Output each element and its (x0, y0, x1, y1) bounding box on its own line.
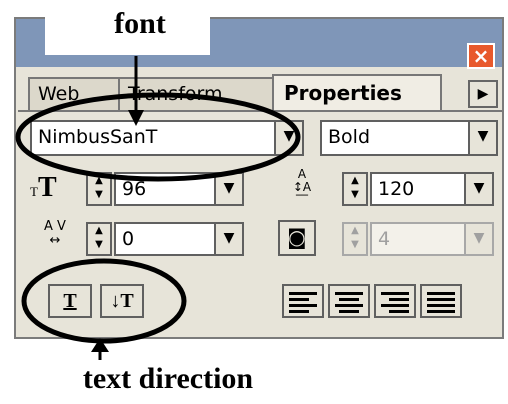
leading-dropdown-button[interactable]: ▼ (464, 172, 494, 206)
right-arrow-icon[interactable]: ▶ (468, 80, 498, 108)
vertical-text-button[interactable]: ↓T (100, 284, 144, 318)
font-size-stepper[interactable]: ▲ ▼ (86, 172, 112, 206)
font-size-icon: TT (30, 172, 57, 203)
kerning-dropdown-button[interactable]: ▼ (214, 222, 244, 256)
horizontal-text-button[interactable]: T (48, 284, 92, 318)
font-size-dropdown-button[interactable]: ▼ (214, 172, 244, 206)
align-right-icon[interactable] (374, 284, 416, 318)
tab-divider (18, 110, 502, 112)
scale-stepper[interactable]: ▲ ▼ (342, 222, 368, 256)
tab-transform[interactable]: Transform (118, 77, 276, 111)
font-name-field[interactable]: NimbusSanT (30, 120, 280, 156)
align-justify-icon[interactable] (420, 284, 462, 318)
font-size-field[interactable]: 96 (114, 172, 218, 206)
font-annotation: font (114, 7, 166, 40)
leading-field[interactable]: 120 (370, 172, 468, 206)
kerning-field[interactable]: 0 (114, 222, 218, 256)
close-icon[interactable]: × (467, 43, 495, 69)
leading-icon: A ↕A ‾‾ (292, 167, 312, 207)
scale-dropdown-button[interactable]: ▼ (464, 222, 494, 256)
kerning-stepper[interactable]: ▲ ▼ (86, 222, 112, 256)
tab-properties[interactable]: Properties (272, 74, 442, 112)
tab-web[interactable]: Web (28, 77, 120, 111)
scale-field[interactable]: 4 (370, 222, 468, 256)
text-direction-annotation: text direction (82, 362, 254, 395)
font-style-dropdown-button[interactable]: ▼ (468, 120, 498, 156)
align-center-icon[interactable] (328, 284, 370, 318)
font-dropdown-button[interactable]: ▼ (274, 120, 304, 156)
text-color-icon[interactable]: ◙ (278, 220, 316, 256)
kerning-icon: A V ↔ (44, 219, 66, 248)
align-left-icon[interactable] (282, 284, 324, 318)
leading-stepper[interactable]: ▲ ▼ (342, 172, 368, 206)
direction-arrowhead (91, 338, 109, 352)
font-style-field[interactable]: Bold (320, 120, 470, 156)
